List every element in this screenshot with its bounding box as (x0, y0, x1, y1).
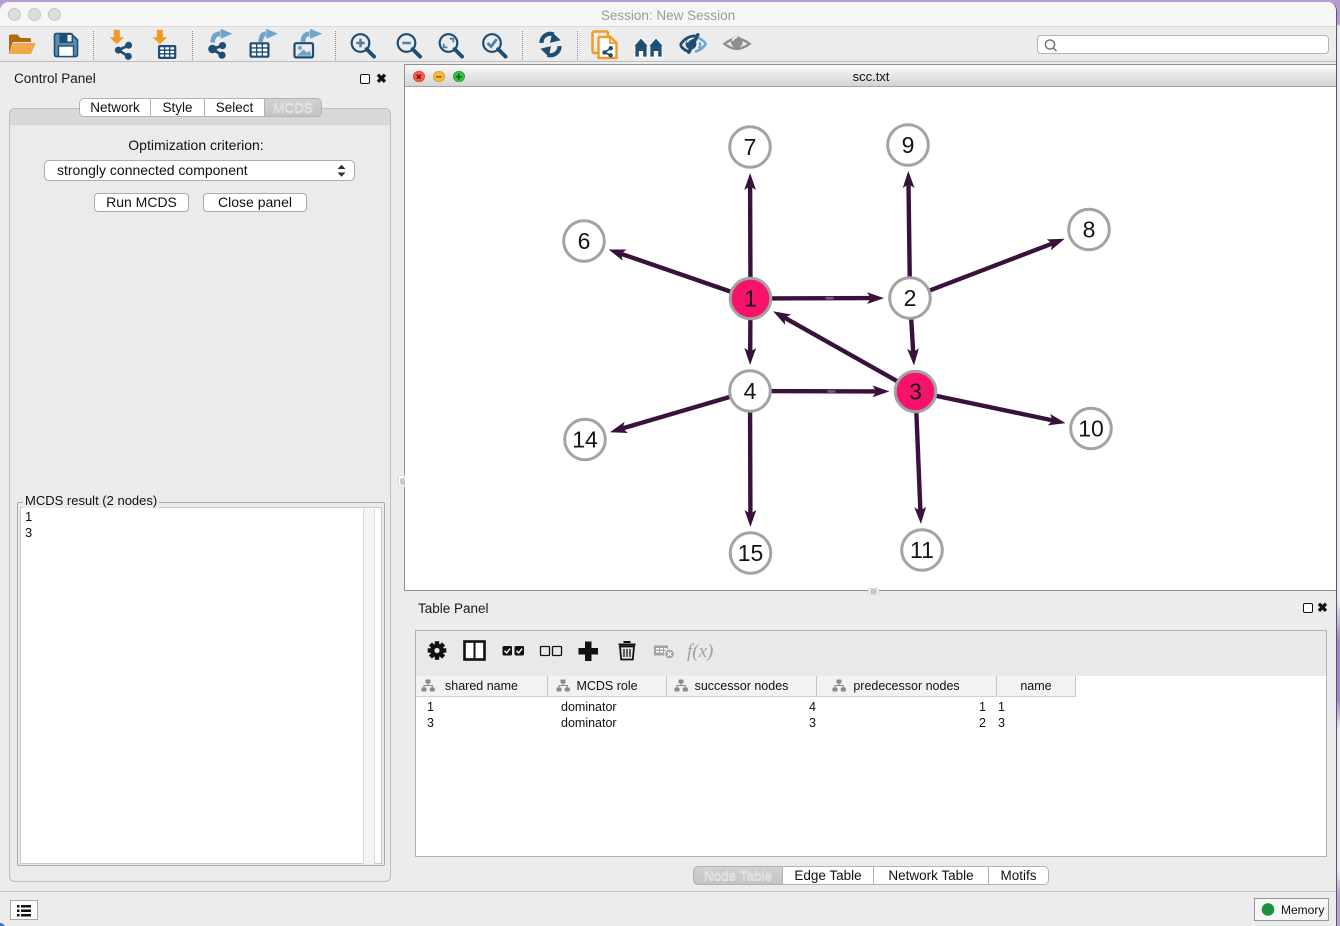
svg-text:9: 9 (902, 132, 915, 158)
svg-text:14: 14 (572, 427, 598, 453)
svg-text:f(x): f(x) (687, 641, 713, 662)
svg-text:7: 7 (744, 134, 757, 160)
svg-text:10: 10 (1078, 416, 1104, 442)
svg-text:4: 4 (744, 378, 757, 404)
svg-text:11: 11 (910, 537, 934, 563)
svg-text:3: 3 (909, 379, 922, 405)
svg-text:6: 6 (578, 228, 591, 254)
svg-text:15: 15 (738, 540, 764, 566)
svg-text:Memory: Memory (1281, 903, 1324, 917)
svg-text:2: 2 (904, 285, 917, 311)
svg-text:8: 8 (1083, 217, 1096, 243)
svg-text:1: 1 (744, 286, 757, 312)
